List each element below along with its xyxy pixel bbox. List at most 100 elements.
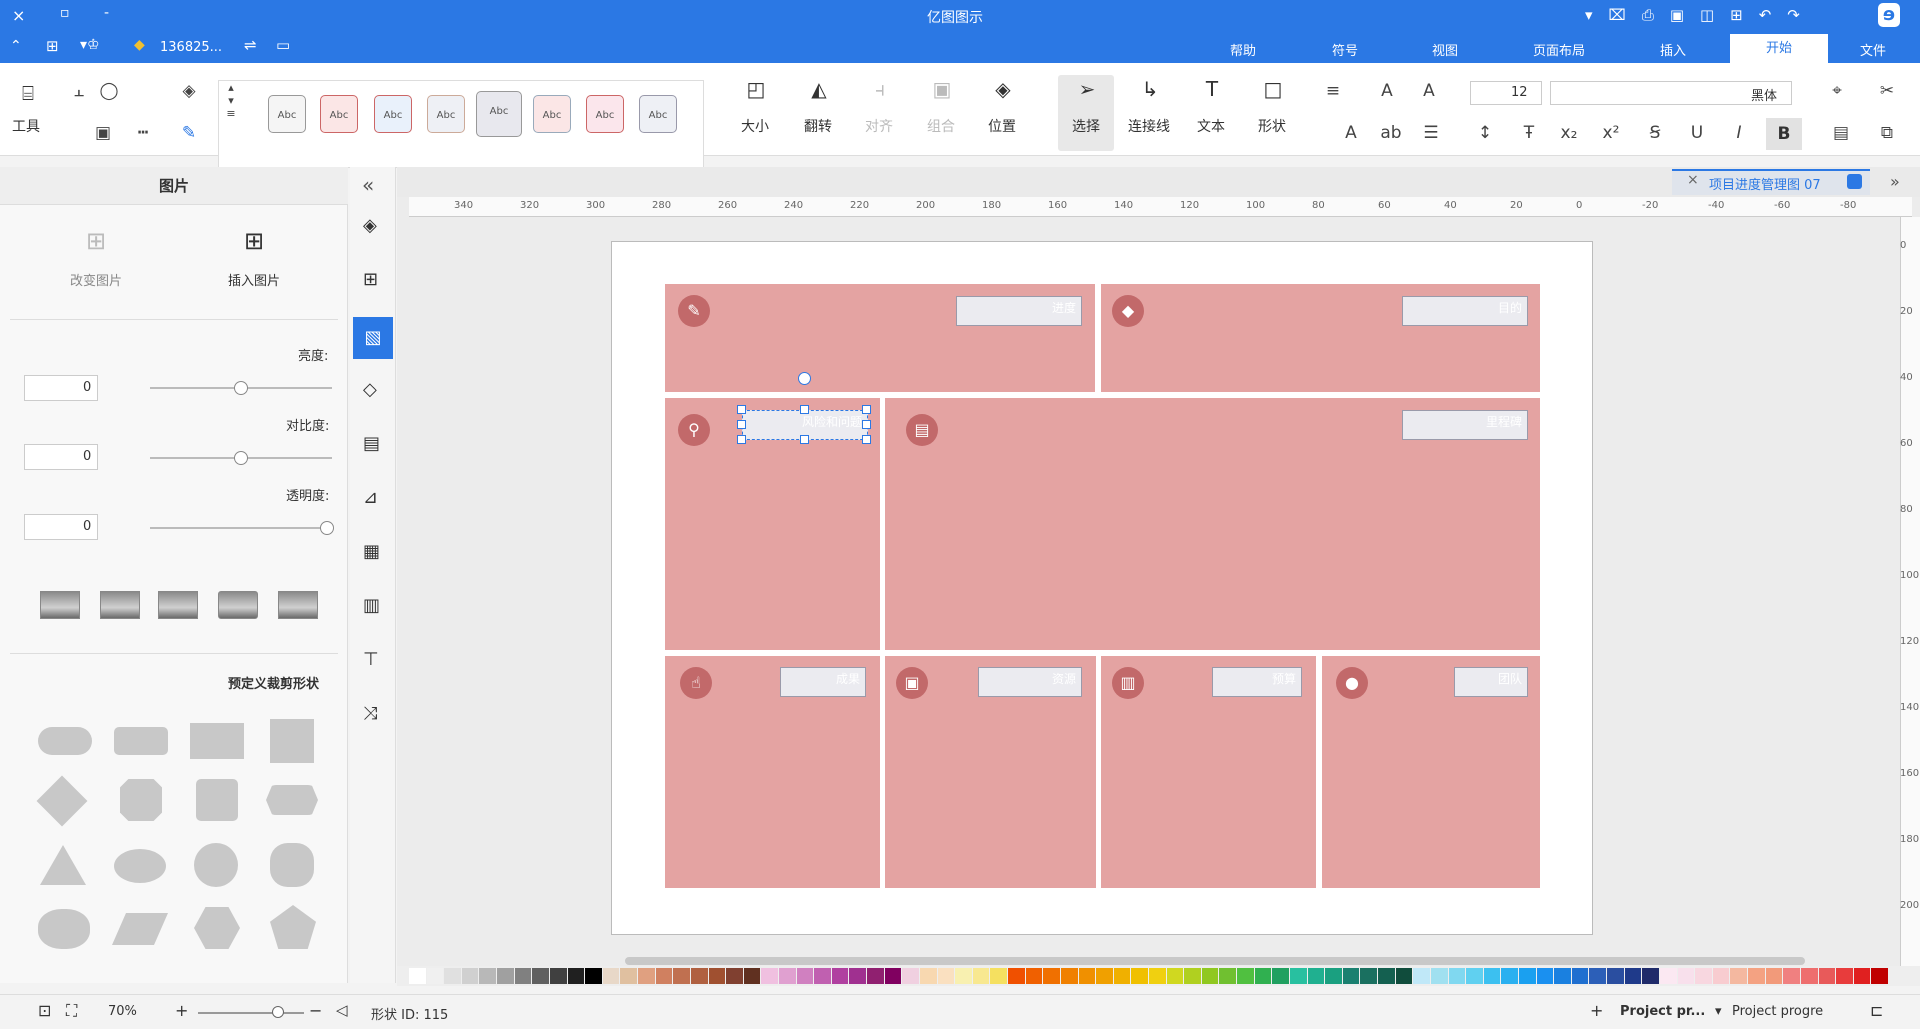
- align-label[interactable]: 对齐: [865, 116, 893, 136]
- selection-handle[interactable]: [737, 405, 746, 414]
- crop-shape-cloud[interactable]: [38, 909, 90, 949]
- selection-handle[interactable]: [800, 435, 809, 444]
- color-swatch[interactable]: [831, 968, 849, 984]
- color-swatch[interactable]: [1607, 968, 1624, 984]
- selection-handle[interactable]: [800, 405, 809, 414]
- close-tab-icon[interactable]: ×: [1687, 172, 1699, 188]
- color-swatch[interactable]: [1730, 968, 1748, 984]
- crop-shape-hexagon-flat[interactable]: [266, 785, 318, 815]
- font-name-select[interactable]: 黑体: [1550, 81, 1792, 105]
- color-swatch[interactable]: [1571, 968, 1589, 984]
- contrast-slider-thumb[interactable]: [234, 451, 248, 465]
- quick-access-icons[interactable]: ▾⌧⎙▣◫⊞↶↷: [1585, 6, 1816, 24]
- label-results[interactable]: 成果: [780, 667, 866, 697]
- connector-label[interactable]: 连接线: [1128, 116, 1170, 136]
- lock-icon[interactable]: ▣: [92, 123, 114, 143]
- page-select[interactable]: Project progre: [1732, 1004, 1823, 1019]
- color-swatch[interactable]: [1501, 968, 1518, 984]
- tab-symbol[interactable]: 符号: [1332, 40, 1358, 59]
- change-image-button[interactable]: 改变图片: [70, 270, 122, 289]
- color-swatch[interactable]: [690, 968, 708, 984]
- crop-shape-diamond[interactable]: [36, 775, 88, 827]
- panel-toggle-icon[interactable]: ⊏: [1870, 1001, 1883, 1020]
- color-swatch[interactable]: [1307, 968, 1325, 984]
- position-label[interactable]: 位置: [988, 116, 1016, 136]
- user-name[interactable]: 136825...: [160, 40, 222, 55]
- fill-panel-icon[interactable]: ◈: [363, 215, 377, 236]
- color-swatch[interactable]: [1131, 968, 1148, 984]
- color-swatch[interactable]: [479, 968, 497, 984]
- tab-view[interactable]: 视图: [1432, 40, 1458, 59]
- comment-icon[interactable]: ▭: [276, 36, 290, 54]
- style-swatch[interactable]: Abc: [533, 95, 571, 133]
- subscript-icon[interactable]: x₂: [1558, 123, 1580, 143]
- color-swatch[interactable]: [1748, 968, 1765, 984]
- crop-shape-ellipse[interactable]: [114, 849, 166, 883]
- zoom-out-icon[interactable]: −: [309, 1001, 322, 1020]
- color-swatch[interactable]: [937, 968, 955, 984]
- style-swatch[interactable]: Abc: [268, 95, 306, 133]
- color-swatch[interactable]: [1871, 968, 1888, 984]
- contrast-input[interactable]: 0: [24, 444, 98, 470]
- bold-icon[interactable]: B: [1766, 118, 1802, 150]
- select-label[interactable]: 选择: [1072, 116, 1100, 136]
- color-swatch[interactable]: [1783, 968, 1800, 984]
- tools-label[interactable]: 工具: [12, 116, 40, 136]
- color-swatch[interactable]: [814, 968, 831, 984]
- color-swatch[interactable]: [1219, 968, 1237, 984]
- label-milestones[interactable]: 里程碑: [1402, 410, 1528, 440]
- distribute-icon[interactable]: ⫠: [68, 81, 90, 101]
- color-swatch[interactable]: [1096, 968, 1113, 984]
- color-swatch[interactable]: [1836, 968, 1853, 984]
- selection-handle[interactable]: [737, 435, 746, 444]
- color-swatch[interactable]: [972, 968, 990, 984]
- font-color-icon[interactable]: A: [1340, 123, 1362, 143]
- close-button[interactable]: ×: [12, 6, 25, 25]
- highlight-icon[interactable]: ab: [1380, 123, 1402, 143]
- zoom-level[interactable]: 70%: [108, 1004, 137, 1019]
- grid-panel-icon[interactable]: ⊞: [363, 269, 378, 290]
- crop-shape-cross-rounded[interactable]: [270, 843, 314, 887]
- line-spacing-icon[interactable]: ↕: [1474, 123, 1496, 143]
- color-swatch[interactable]: [620, 968, 638, 984]
- color-swatch[interactable]: [602, 968, 620, 984]
- color-swatch[interactable]: [1554, 968, 1571, 984]
- transparency-slider[interactable]: [150, 527, 332, 529]
- cut-icon[interactable]: ✂: [1876, 81, 1898, 101]
- crop-preview-thumb[interactable]: [158, 591, 198, 619]
- layers-panel-icon[interactable]: ◇: [363, 379, 377, 400]
- color-swatch[interactable]: [1466, 968, 1483, 984]
- color-swatch[interactable]: [638, 968, 655, 984]
- crop-shape-hexagon[interactable]: [194, 907, 240, 949]
- group-label[interactable]: 组合: [927, 116, 955, 136]
- add-page-button[interactable]: +: [1590, 1001, 1603, 1020]
- select-icon[interactable]: ➢: [1072, 77, 1102, 101]
- color-swatch[interactable]: [708, 968, 726, 984]
- text-icon[interactable]: T: [1197, 77, 1227, 101]
- color-swatch[interactable]: [497, 968, 514, 984]
- color-swatch[interactable]: [1800, 968, 1818, 984]
- color-swatch[interactable]: [919, 968, 937, 984]
- crop-preview-thumb[interactable]: [278, 591, 318, 619]
- color-swatch[interactable]: [1483, 968, 1501, 984]
- insert-image-button[interactable]: 插入图片: [228, 270, 280, 289]
- color-swatch[interactable]: [743, 968, 761, 984]
- paragraph-icon[interactable]: ≡: [1322, 81, 1344, 101]
- selection-handle[interactable]: [862, 420, 871, 429]
- color-swatch[interactable]: [1430, 968, 1448, 984]
- color-swatch[interactable]: [1677, 968, 1695, 984]
- color-swatch[interactable]: [849, 968, 867, 984]
- color-swatch[interactable]: [1853, 968, 1871, 984]
- page-dropdown-icon[interactable]: ▾: [1715, 1004, 1722, 1019]
- color-swatch[interactable]: [1060, 968, 1078, 984]
- color-swatch[interactable]: [532, 968, 549, 984]
- position-icon[interactable]: ◈: [988, 77, 1018, 101]
- color-swatch[interactable]: [1519, 968, 1536, 984]
- grow-font-icon[interactable]: A: [1418, 81, 1440, 101]
- selection-handle[interactable]: [862, 405, 871, 414]
- flip-label[interactable]: 翻转: [804, 116, 832, 136]
- color-swatch[interactable]: [884, 968, 902, 984]
- fill-color-icon[interactable]: ◈: [178, 81, 200, 101]
- color-swatch[interactable]: [1078, 968, 1096, 984]
- insert-image-icon[interactable]: ⊞: [244, 227, 264, 255]
